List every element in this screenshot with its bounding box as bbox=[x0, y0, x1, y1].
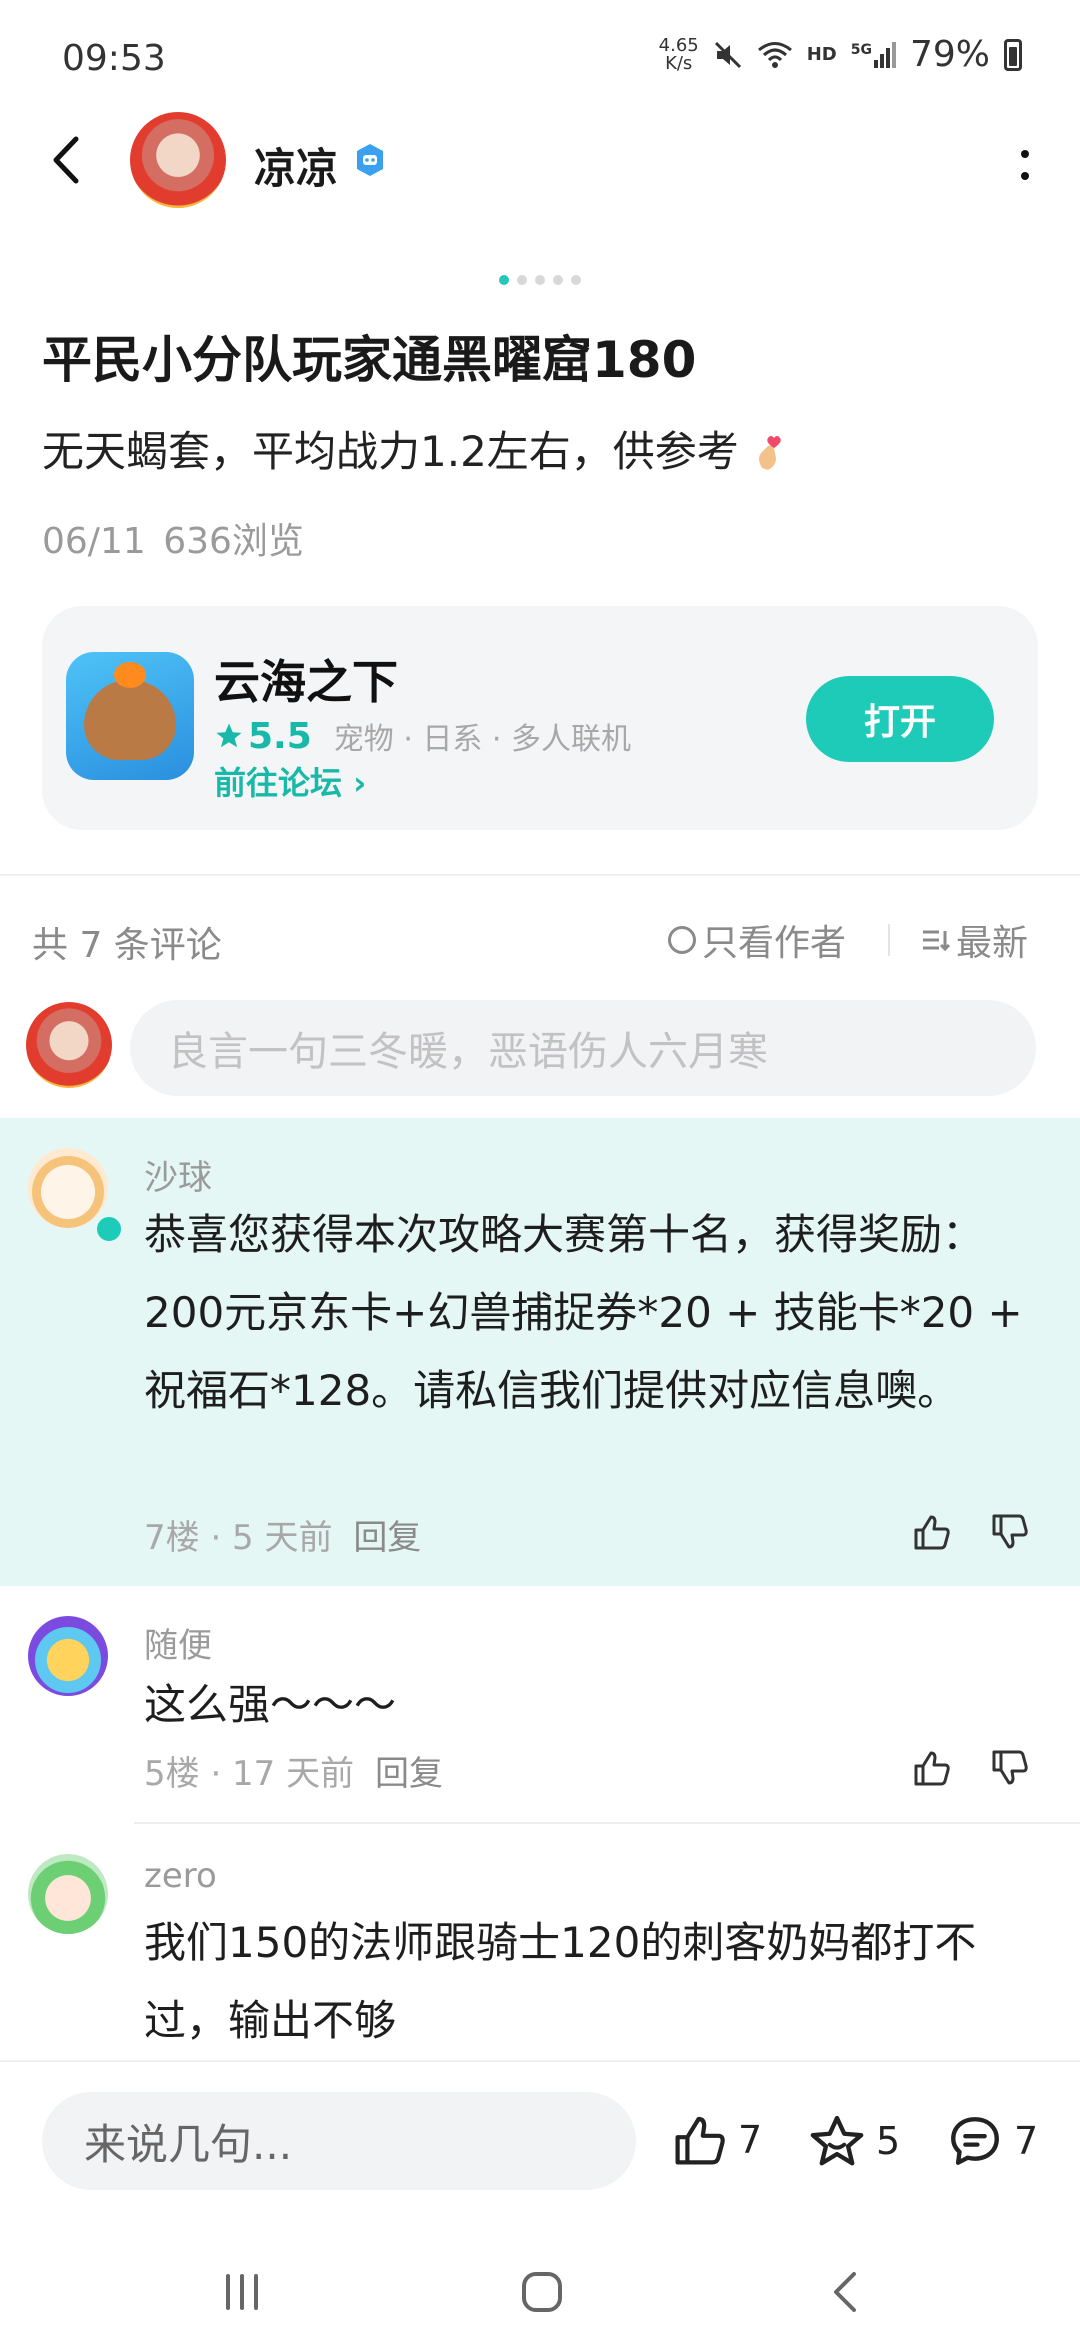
my-avatar bbox=[26, 1002, 112, 1088]
radio-circle-icon bbox=[668, 926, 696, 954]
quick-comment-input[interactable]: 来说几句... bbox=[42, 2092, 636, 2190]
like-count: 7 bbox=[738, 2118, 763, 2162]
finger-heart-emoji-icon bbox=[759, 436, 781, 470]
comment-text: 恭喜您获得本次攻略大赛第十名，获得奖励：200元京东卡+幻兽捕捉券*20 + 技… bbox=[144, 1210, 1023, 1415]
comment-text: 这么强～～～ bbox=[144, 1680, 397, 1729]
battery-percent: 79% bbox=[909, 34, 990, 75]
recent-apps-icon[interactable] bbox=[220, 2272, 264, 2312]
nav-back-icon[interactable] bbox=[830, 2270, 860, 2314]
post-title: 平民小分队玩家通黑曜窟180 bbox=[42, 331, 697, 389]
comment-count: 共 7 条评论 bbox=[32, 925, 222, 966]
wifi-icon bbox=[757, 41, 792, 68]
bottom-action-bar: 来说几句... 7 5 7 bbox=[0, 2060, 1080, 2232]
commenter-avatar[interactable] bbox=[28, 1148, 108, 1228]
post-meta: 06/11 636浏览 bbox=[42, 512, 304, 564]
carousel-indicator bbox=[0, 275, 1080, 285]
reply-button[interactable]: 回复 bbox=[375, 1754, 443, 1794]
status-icons: 4.65 K/s HD 5G 79% bbox=[659, 34, 1022, 75]
comment-meta: 7楼 · 5 天前 回复 bbox=[144, 1518, 422, 1558]
carousel-dot bbox=[517, 275, 527, 285]
app-name: 云海之下 bbox=[214, 655, 398, 709]
comments-header: 共 7 条评论 只看作者 最新 bbox=[32, 910, 1048, 966]
thumbs-down-icon[interactable] bbox=[990, 1512, 1030, 1552]
open-app-button[interactable]: 打开 bbox=[806, 676, 994, 762]
star-icon bbox=[216, 723, 242, 748]
post-subtitle: 无天蝎套，平均战力1.2左右，供参考 bbox=[42, 418, 788, 479]
more-vertical-icon bbox=[1021, 150, 1029, 180]
commenter-name[interactable]: 随便 bbox=[144, 1618, 212, 1667]
verified-badge-icon bbox=[357, 144, 383, 176]
divider bbox=[134, 1822, 1080, 1824]
post-views: 636浏览 bbox=[163, 521, 304, 562]
divider bbox=[0, 874, 1080, 876]
app-card[interactable]: 云海之下 5.5 宠物 · 日系 · 多人联机 前往论坛 › 打开 bbox=[42, 606, 1038, 830]
network-speed: 4.65 K/s bbox=[658, 34, 699, 74]
star-outline-icon bbox=[810, 2115, 864, 2166]
forum-link[interactable]: 前往论坛 › bbox=[214, 758, 366, 804]
carousel-dot bbox=[535, 275, 545, 285]
like-button[interactable]: 7 bbox=[672, 2112, 762, 2168]
favorite-button[interactable]: 5 bbox=[808, 2112, 900, 2170]
thumbs-up-icon[interactable] bbox=[912, 1512, 952, 1552]
battery-icon bbox=[1004, 38, 1022, 71]
comment-button[interactable]: 7 bbox=[946, 2112, 1038, 2170]
sort-toggle[interactable]: 最新 bbox=[920, 914, 1028, 966]
back-button[interactable] bbox=[48, 120, 92, 200]
carousel-dot bbox=[571, 275, 581, 285]
mute-icon bbox=[714, 41, 741, 68]
thumbs-up-icon bbox=[675, 2116, 725, 2165]
chevron-right-icon: › bbox=[353, 764, 367, 802]
comment-text: 我们150的法师跟骑士120的刺客奶妈都打不过，输出不够 bbox=[144, 1918, 977, 2045]
carousel-dot bbox=[499, 275, 509, 285]
app-rating: 5.5 bbox=[214, 716, 312, 757]
comment-input[interactable]: 良言一句三冬暖，恶语伤人六月寒 bbox=[130, 1000, 1036, 1096]
author-name[interactable]: 凉凉 bbox=[254, 135, 338, 196]
thumbs-up-icon[interactable] bbox=[912, 1748, 952, 1788]
home-icon[interactable] bbox=[520, 2270, 564, 2314]
commenter-name[interactable]: 沙球 bbox=[144, 1150, 212, 1199]
thumbs-down-icon[interactable] bbox=[990, 1748, 1030, 1788]
status-time: 09:53 bbox=[62, 38, 166, 79]
author-only-toggle[interactable]: 只看作者 bbox=[668, 914, 846, 966]
reply-button[interactable]: 回复 bbox=[353, 1518, 421, 1558]
official-badge-icon bbox=[94, 1214, 124, 1244]
commenter-avatar[interactable] bbox=[28, 1616, 108, 1696]
status-bar: 09:53 4.65 K/s HD 5G 79% bbox=[0, 0, 1080, 120]
commenter-avatar[interactable] bbox=[28, 1854, 108, 1934]
hd-indicator: HD bbox=[806, 44, 837, 65]
signal-icon: 5G bbox=[851, 41, 896, 68]
comment-count-bottom: 7 bbox=[1014, 2119, 1039, 2163]
comment-bubble-icon bbox=[951, 2117, 999, 2165]
more-options-button[interactable] bbox=[1010, 140, 1040, 190]
sort-icon bbox=[923, 930, 950, 952]
commenter-name[interactable]: zero bbox=[144, 1856, 217, 1896]
app-rating-row: 5.5 宠物 · 日系 · 多人联机 bbox=[214, 714, 631, 758]
back-arrow-icon bbox=[53, 136, 79, 184]
author-avatar[interactable] bbox=[130, 112, 226, 208]
post-date: 06/11 bbox=[42, 521, 146, 562]
separator bbox=[888, 924, 890, 956]
carousel-dot bbox=[553, 275, 563, 285]
app-icon bbox=[66, 652, 194, 780]
comment-meta: 5楼 · 17 天前 回复 bbox=[144, 1754, 443, 1794]
favorite-count: 5 bbox=[876, 2119, 901, 2163]
app-tags: 宠物 · 日系 · 多人联机 bbox=[333, 722, 631, 757]
system-nav-bar bbox=[0, 2230, 1080, 2340]
